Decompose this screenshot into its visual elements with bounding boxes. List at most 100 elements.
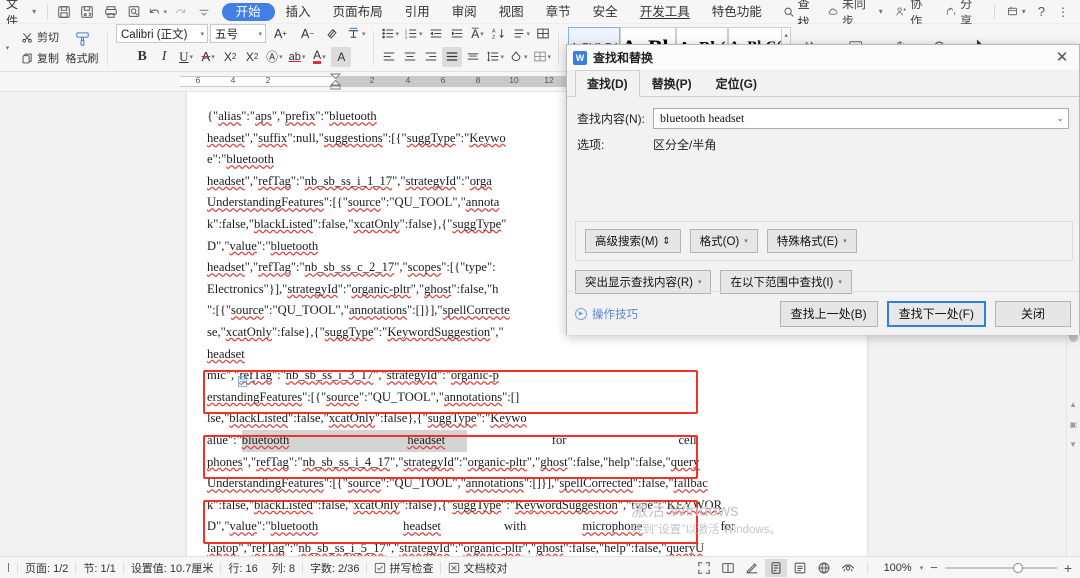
clear-formatting-icon[interactable] [322, 24, 342, 44]
spell-check-button[interactable]: 拼写检查 [367, 557, 440, 578]
find-previous-button[interactable]: 查找上一处(B) [779, 300, 878, 327]
superscript-button[interactable]: X2 [220, 47, 240, 67]
position-indicator[interactable]: 设置值: 10.7厘米 [124, 557, 221, 578]
show-paragraph-marks-icon[interactable]: ▾ [510, 24, 533, 44]
more-options-button[interactable]: ⋮ [1052, 5, 1074, 19]
font-name-select[interactable]: Calibri (正文) ▾ [116, 24, 208, 43]
tab-replace[interactable]: 替换(P) [640, 70, 704, 97]
web-layout-icon[interactable] [813, 559, 835, 577]
zoom-level-label[interactable]: 100% [884, 562, 912, 574]
line-spacing-icon[interactable]: ▾ [484, 47, 507, 67]
file-menu-button[interactable]: 文件 ▾ [0, 0, 43, 28]
align-left-icon[interactable] [379, 47, 399, 67]
customize-icon[interactable] [192, 1, 215, 23]
align-justify-icon[interactable] [441, 46, 462, 67]
print-preview-icon[interactable] [122, 1, 145, 23]
shading-icon[interactable]: ▾ [507, 47, 530, 67]
chevron-down-icon[interactable]: ⌄ [1056, 113, 1064, 124]
find-input[interactable]: bluetooth headset ⌄ [653, 108, 1069, 129]
tab-find[interactable]: 查找(D) [575, 70, 640, 97]
copy-button[interactable]: 复制 [18, 49, 62, 68]
highlight-color-button[interactable]: A [331, 46, 352, 67]
page-indicator[interactable]: 页面: 1/2 [18, 557, 75, 578]
bullet-list-icon[interactable]: ▾ [379, 24, 402, 44]
borders-icon[interactable]: ▾ [531, 47, 554, 67]
tab-developer-tools[interactable]: 开发工具 [629, 3, 701, 21]
find-replace-dialog[interactable]: W 查找和替换 ✕ 查找(D) 替换(P) 定位(G) 查找内容(N): blu… [566, 44, 1080, 335]
bold-button[interactable]: B [132, 47, 152, 67]
copy-icon [22, 53, 32, 63]
text-color-button[interactable]: A ▾ [309, 47, 329, 67]
zoom-slider-knob[interactable] [1012, 562, 1023, 573]
close-button[interactable]: 关闭 [995, 300, 1071, 327]
zoom-slider[interactable] [944, 562, 1057, 573]
print-layout-icon[interactable] [764, 558, 787, 577]
special-format-button[interactable]: 特殊格式(E) ▾ [766, 229, 857, 253]
save-as-icon[interactable] [76, 1, 99, 23]
tab-home[interactable]: 开始 [221, 2, 275, 21]
subscript-button[interactable]: X2 [242, 47, 262, 67]
decrease-font-size-button[interactable]: A − [295, 24, 320, 44]
chevron-down-icon[interactable]: ▾ [920, 564, 924, 572]
distribute-icon[interactable] [463, 47, 483, 67]
line-indicator[interactable]: 行: 16 [221, 557, 264, 578]
undo-icon[interactable]: ▾ [146, 1, 169, 23]
outline-icon[interactable] [789, 559, 811, 577]
strikethrough-button[interactable]: A ▾ [198, 47, 218, 67]
tab-view[interactable]: 视图 [488, 3, 535, 21]
format-painter-button[interactable]: 格式刷 [62, 26, 102, 70]
format-button[interactable]: 格式(O) ▾ [689, 229, 758, 253]
underline-button[interactable]: U ▾ [176, 47, 196, 67]
ribbon-paste-caret-icon[interactable]: ▾ [0, 37, 14, 59]
read-mode-icon[interactable] [837, 559, 859, 577]
align-right-icon[interactable] [421, 47, 441, 67]
operation-tips-link[interactable]: ▶ 操作技巧 [575, 306, 638, 322]
column-indicator[interactable]: 列: 8 [265, 557, 302, 578]
help-button[interactable]: ? [1033, 4, 1050, 19]
italic-button[interactable]: I [154, 47, 174, 67]
tab-page-layout[interactable]: 页面布局 [322, 3, 394, 21]
scroll-up-icon[interactable]: ▴ [784, 29, 788, 42]
proofread-button[interactable]: 文档校对 [441, 557, 514, 578]
cut-button[interactable]: 剪切 [18, 28, 62, 47]
print-icon[interactable] [99, 1, 122, 23]
increase-font-size-button[interactable]: A + [268, 24, 293, 44]
close-icon[interactable]: ✕ [1051, 48, 1073, 68]
advanced-search-button[interactable]: 高级搜索(M) ⇕ [585, 229, 681, 253]
section-indicator[interactable]: 节: 1/1 [76, 557, 122, 578]
sort-icon[interactable]: AZ [489, 24, 509, 44]
find-next-button[interactable]: 查找下一处(F) [886, 300, 986, 327]
tab-insert[interactable]: 插入 [275, 3, 322, 21]
fullscreen-icon[interactable] [693, 559, 715, 577]
indent-marker-icon[interactable] [329, 73, 342, 91]
redo-icon[interactable] [169, 1, 192, 23]
scroll-next-page-icon[interactable]: ▼ [1069, 440, 1077, 449]
align-center-icon[interactable] [400, 47, 420, 67]
tab-goto[interactable]: 定位(G) [704, 70, 769, 97]
numbered-list-icon[interactable]: 1 2 3 ▾ [402, 24, 425, 44]
table-layout-icon[interactable] [533, 24, 553, 44]
scroll-select-object-icon[interactable]: ▣ [1069, 420, 1077, 429]
asian-layout-icon[interactable]: A̅ ▾ [468, 24, 488, 44]
tab-security[interactable]: 安全 [582, 3, 629, 21]
decrease-indent-icon[interactable] [426, 24, 446, 44]
character-border-button[interactable]: Ⓐ ▾ [264, 47, 285, 67]
scroll-prev-page-icon[interactable]: ▲ [1069, 400, 1077, 409]
zoom-in-button[interactable]: + [1064, 560, 1072, 576]
revision-marker[interactable]: ▾ [236, 375, 256, 388]
save-icon[interactable] [52, 1, 75, 23]
tab-references[interactable]: 引用 [394, 3, 441, 21]
font-size-select[interactable]: 五号 ▾ [210, 24, 266, 43]
pinyin-guide-icon[interactable]: ▾ [344, 24, 368, 44]
tab-review[interactable]: 审阅 [441, 3, 488, 21]
two-page-icon[interactable] [717, 559, 739, 577]
increase-indent-icon[interactable] [447, 24, 467, 44]
character-shading-button[interactable]: ab ▾ [287, 47, 308, 67]
window-layout-button[interactable]: ▾ [1001, 5, 1031, 18]
tab-special-features[interactable]: 特色功能 [701, 3, 773, 21]
edit-icon[interactable] [741, 559, 763, 577]
zoom-out-button[interactable]: − [930, 560, 938, 575]
word-count-indicator[interactable]: 字数: 2/36 [303, 557, 367, 578]
tab-chapter[interactable]: 章节 [535, 3, 582, 21]
dialog-titlebar[interactable]: W 查找和替换 ✕ [567, 45, 1079, 71]
